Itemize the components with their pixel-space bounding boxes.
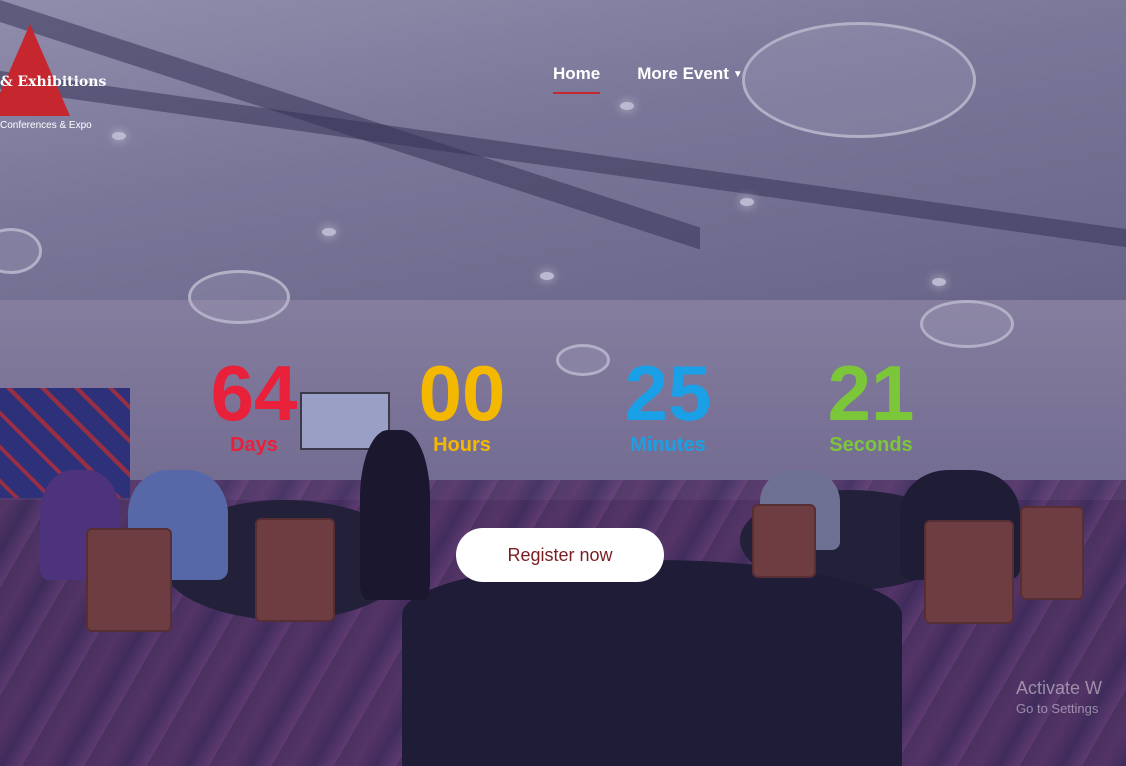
countdown-seconds: 21 Seconds [806, 352, 936, 456]
nav-item-home[interactable]: Home [553, 64, 601, 94]
countdown-value: 64 [210, 349, 298, 437]
countdown-timer: 64 Days 00 Hours 25 Minutes 21 Seconds [0, 352, 1126, 482]
countdown-minutes: 25 Minutes [603, 352, 733, 456]
register-now-button[interactable]: Register now [456, 528, 664, 582]
countdown-label: Seconds [829, 434, 913, 456]
nav-item-label: Home [553, 64, 601, 83]
hero-section: & Exhibitions Conferences & Expo Home Mo… [0, 0, 1126, 766]
nav-item-more-event[interactable]: More Event ▼ [637, 64, 743, 84]
logo-subtitle: Conferences & Expo [0, 120, 92, 131]
main-nav: Home More Event ▼ [553, 64, 743, 94]
triangle-logo-icon [0, 24, 70, 116]
countdown-value: 00 [418, 349, 506, 437]
site-logo[interactable]: & Exhibitions Conferences & Expo [0, 18, 130, 138]
chevron-down-icon: ▼ [732, 69, 743, 81]
countdown-days: 64 Days [189, 352, 319, 456]
countdown-value: 21 [827, 349, 915, 437]
countdown-label: Hours [433, 434, 491, 456]
watermark-line2: Go to Settings [1016, 701, 1099, 716]
countdown-label: Days [230, 434, 278, 456]
countdown-hours: 00 Hours [397, 352, 527, 456]
countdown-value: 25 [624, 349, 712, 437]
activate-windows-watermark: Activate W Go to Settings [1016, 678, 1102, 716]
logo-title: & Exhibitions [0, 74, 107, 90]
nav-item-label: More Event [637, 64, 729, 83]
countdown-label: Minutes [630, 434, 706, 456]
watermark-line1: Activate W [1016, 678, 1103, 698]
